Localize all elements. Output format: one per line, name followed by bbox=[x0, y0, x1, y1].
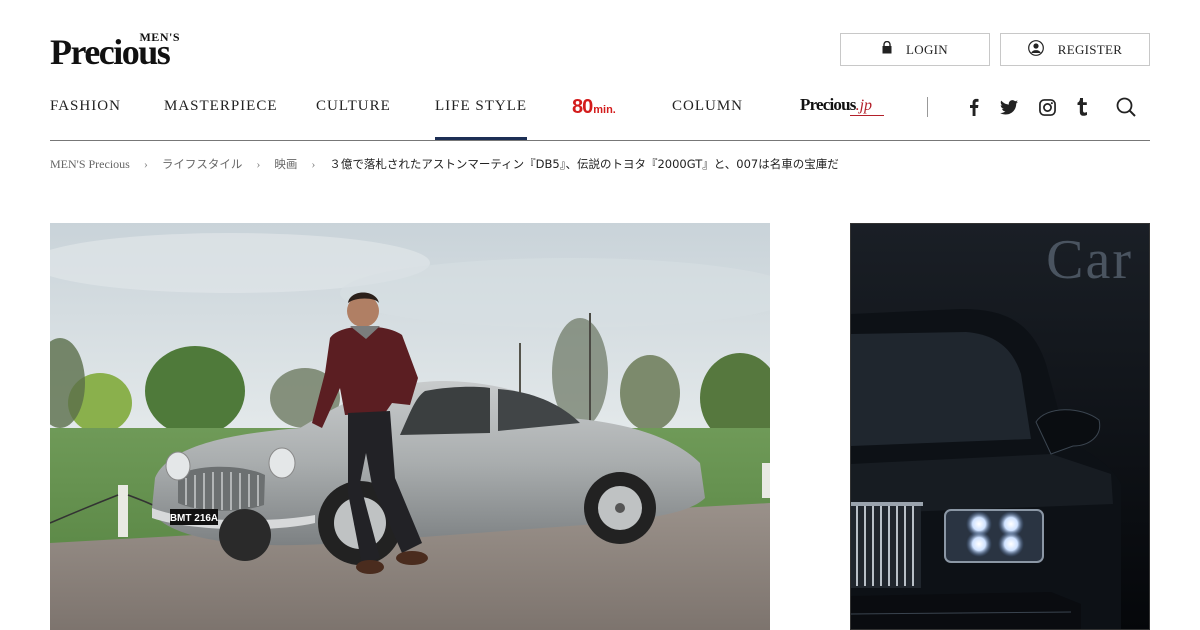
nav-item-column[interactable]: COLUMN bbox=[672, 98, 743, 115]
article-hero-image: BMT 216A bbox=[50, 223, 770, 630]
nav-item-precious-jp[interactable]: Precious.jp bbox=[800, 95, 884, 121]
80min-number: 80 bbox=[572, 96, 593, 118]
tumblr-icon[interactable] bbox=[1072, 97, 1092, 117]
search-icon[interactable] bbox=[1116, 97, 1136, 117]
license-plate-text: BMT 216A bbox=[170, 513, 218, 524]
chevron-right-icon: › bbox=[311, 156, 316, 171]
80min-unit: min. bbox=[593, 104, 616, 116]
register-button[interactable]: REGISTER bbox=[1000, 33, 1150, 66]
nav-item-80min[interactable]: 80 min. bbox=[572, 96, 616, 118]
nav-item-masterpiece[interactable]: MASTERPIECE bbox=[164, 98, 278, 115]
login-button[interactable]: LOGIN bbox=[840, 33, 990, 66]
login-label: LOGIN bbox=[906, 41, 948, 57]
breadcrumb-movie[interactable]: 映画 bbox=[274, 156, 297, 172]
nav-separator bbox=[927, 97, 928, 117]
lock-icon bbox=[882, 40, 892, 58]
chevron-right-icon: › bbox=[256, 156, 261, 171]
instagram-icon[interactable] bbox=[1037, 97, 1057, 117]
breadcrumb-home[interactable]: MEN'S Precious bbox=[50, 157, 130, 172]
breadcrumb: MEN'S Precious › ライフスタイル › 映画 › ３億で落札された… bbox=[50, 156, 839, 172]
register-label: REGISTER bbox=[1057, 41, 1123, 57]
nav-item-fashion[interactable]: FASHION bbox=[50, 98, 121, 115]
sidebar-ad-banner[interactable]: Car bbox=[850, 223, 1150, 630]
ad-title-text: Car bbox=[1046, 229, 1133, 291]
facebook-icon[interactable] bbox=[964, 97, 984, 117]
precious-jp-main: Precious bbox=[800, 95, 856, 114]
twitter-icon[interactable] bbox=[999, 97, 1019, 117]
logo-precious-text: Precious bbox=[50, 32, 171, 72]
breadcrumb-current-article: ３億で落札されたアストンマーティン『DB5』、伝説のトヨタ『2000GT』と、0… bbox=[329, 157, 839, 171]
precious-jp-underline bbox=[850, 115, 884, 116]
breadcrumb-lifestyle[interactable]: ライフスタイル bbox=[162, 156, 243, 172]
user-icon bbox=[1027, 39, 1044, 60]
nav-item-culture[interactable]: CULTURE bbox=[316, 98, 391, 115]
chevron-right-icon: › bbox=[143, 156, 148, 171]
site-logo[interactable]: MEN'S Precious bbox=[50, 30, 182, 72]
nav-item-life-style[interactable]: LIFE STYLE bbox=[435, 98, 528, 140]
precious-jp-sub: .jp bbox=[855, 97, 873, 114]
nav-divider-line bbox=[50, 140, 1150, 141]
